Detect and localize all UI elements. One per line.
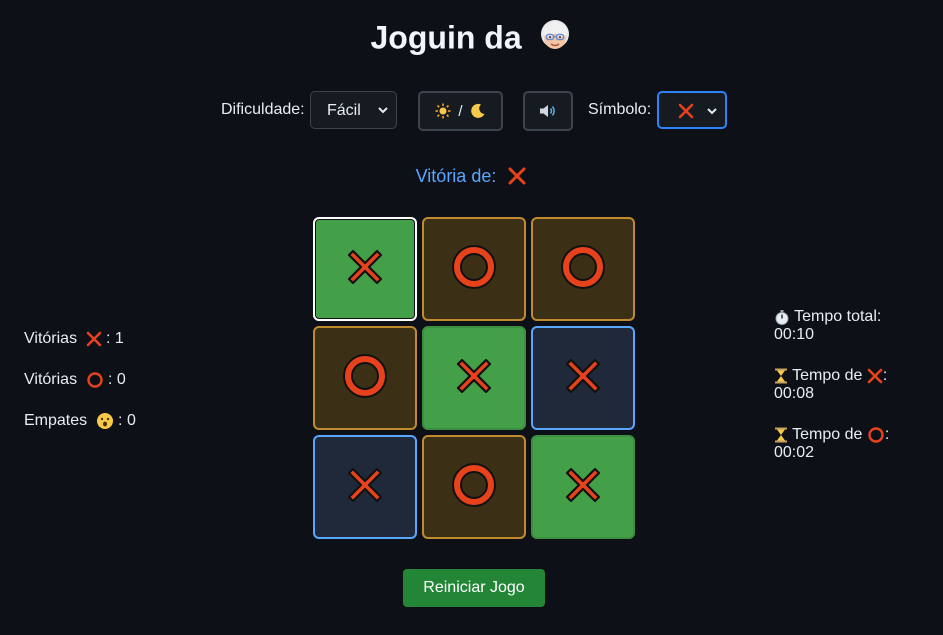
timer-x-colon: : — [882, 367, 888, 384]
timer-total-label: Tempo total: — [794, 308, 882, 325]
hourglass-icon — [775, 427, 787, 443]
status-text: Vitória de: — [415, 165, 497, 186]
cross-mark-icon — [343, 245, 387, 294]
cross-icon — [867, 368, 883, 384]
board-cell[interactable] — [422, 435, 526, 539]
cross-mark-icon — [343, 463, 387, 512]
x-wins-value: : 1 — [105, 330, 124, 347]
timer-x-label: Tempo de — [792, 367, 863, 384]
timer-total-value: 00:10 — [774, 326, 815, 343]
theme-toggle-button[interactable]: / — [418, 91, 503, 131]
circle-mark-icon — [342, 353, 388, 404]
o-wins-value: : 0 — [107, 371, 126, 388]
hourglass-icon — [775, 368, 787, 384]
timer-o-value: 00:02 — [774, 444, 815, 462]
speaker-icon — [540, 105, 555, 117]
winner-cross-icon — [508, 167, 526, 185]
page-title-text: Joguin da — [370, 19, 522, 56]
score-o-wins: Vitórias : 0 — [24, 371, 126, 389]
difficulty-label: Dificuldade: — [221, 101, 305, 118]
timer-o-colon: : — [884, 426, 890, 444]
circle-icon — [86, 372, 103, 388]
sun-icon — [435, 103, 451, 119]
difficulty-value: Fácil — [327, 102, 361, 119]
game-board — [313, 217, 635, 539]
wins-label: Vitórias — [24, 330, 78, 347]
theme-toggle-separator: / — [458, 102, 463, 120]
timer-o: Tempo de : 00:02 — [774, 426, 934, 462]
difficulty-select[interactable]: Fácil — [310, 91, 397, 129]
reset-game-label: Reiniciar Jogo — [423, 579, 525, 596]
score-x-wins: Vitórias : 1 — [24, 330, 124, 348]
timer-x-value: 00:08 — [774, 385, 815, 402]
cross-icon — [86, 331, 101, 347]
chevron-down-icon — [707, 108, 717, 115]
controls-bar: Dificuldade: Fácil / Símbolo: — [0, 91, 943, 131]
board-cell[interactable] — [313, 217, 417, 321]
moon-icon — [470, 103, 485, 118]
game-status: Vitória de: — [0, 165, 943, 187]
circle-icon — [868, 427, 884, 443]
reset-game-button[interactable]: Reiniciar Jogo — [403, 569, 545, 607]
timer-o-label: Tempo de — [792, 426, 863, 444]
symbol-select[interactable] — [657, 91, 727, 129]
board-cell[interactable] — [422, 217, 526, 321]
cross-mark-icon — [452, 354, 496, 403]
symbol-label: Símbolo: — [588, 101, 652, 118]
board-cell[interactable] — [531, 326, 635, 430]
timer-x: Tempo de : 00:08 — [774, 367, 934, 403]
cross-mark-icon — [561, 354, 605, 403]
page-title: Joguin da — [0, 18, 943, 62]
cross-mark-icon — [561, 463, 605, 512]
draws-label: Empates — [24, 412, 88, 429]
board-cell[interactable] — [422, 326, 526, 430]
wins-label: Vitórias — [24, 371, 78, 388]
chevron-down-icon — [378, 107, 388, 114]
board-cell[interactable] — [313, 435, 417, 539]
board-cell[interactable] — [313, 326, 417, 430]
draws-value: : 0 — [118, 412, 136, 429]
sound-toggle-button[interactable] — [523, 91, 573, 131]
score-draws: Empates : 0 — [24, 412, 136, 430]
circle-mark-icon — [451, 244, 497, 295]
board-cell[interactable] — [531, 435, 635, 539]
cross-icon — [678, 103, 694, 119]
circle-mark-icon — [560, 244, 606, 295]
surprised-face-icon — [96, 413, 113, 429]
stopwatch-icon — [775, 309, 789, 325]
timer-total: Tempo total: 00:10 — [774, 308, 934, 344]
grandma-emoji-icon — [537, 18, 573, 62]
board-cell[interactable] — [531, 217, 635, 321]
circle-mark-icon — [451, 462, 497, 513]
